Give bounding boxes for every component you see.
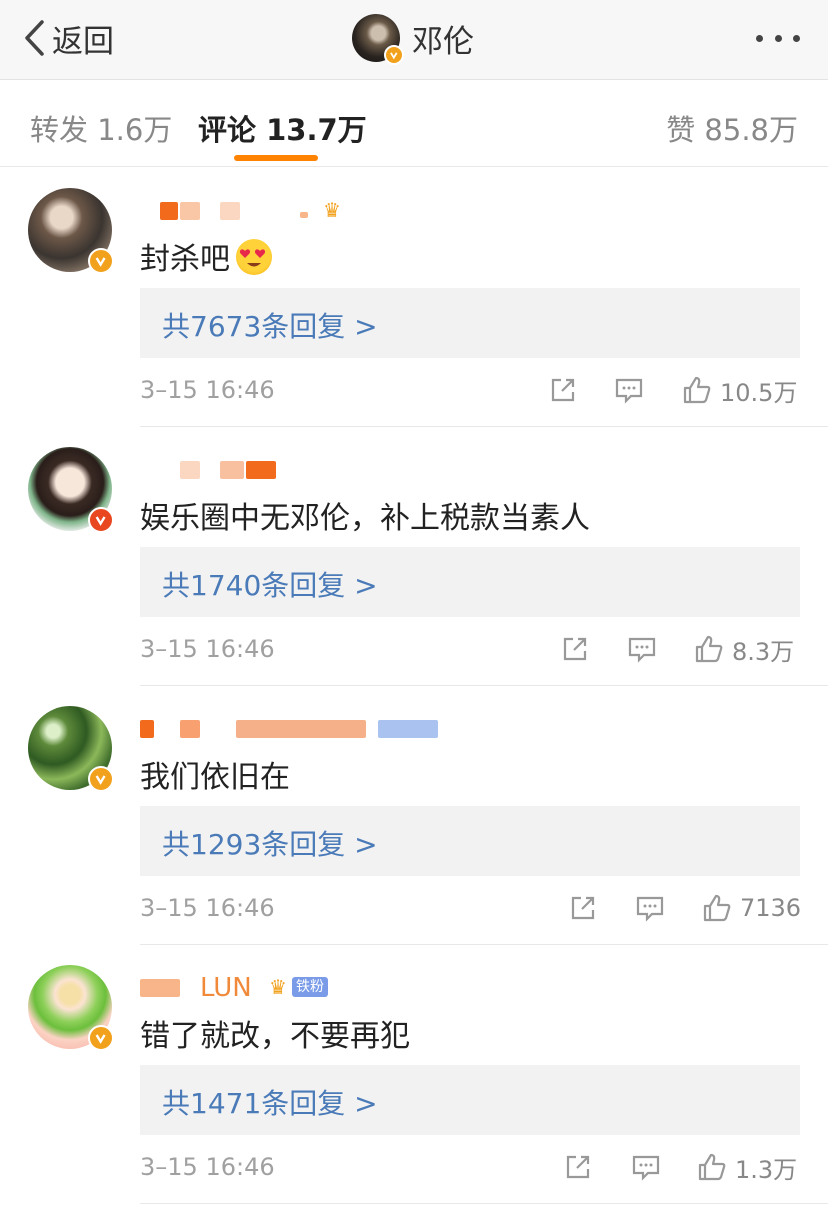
iron-fan-badge: 铁粉 <box>292 977 328 997</box>
username-fragment: LUN <box>200 973 252 1003</box>
back-button[interactable]: 返回 <box>22 16 114 60</box>
share-icon <box>563 637 587 661</box>
avatar[interactable] <box>28 188 114 274</box>
verified-badge-icon <box>88 507 114 533</box>
like-count: 10.5万 <box>720 378 798 407</box>
replies-link[interactable]: 共1293条回复 > <box>140 806 800 876</box>
replies-link[interactable]: 共1471条回复 > <box>140 1065 800 1135</box>
like-count: 7136 <box>740 894 802 922</box>
comment-text: 娱乐圈中无邓伦，补上税款当素人 <box>140 501 590 536</box>
username-redacted[interactable]: ♛ <box>140 198 440 224</box>
tab-comments[interactable]: 评论 13.7万 <box>198 107 367 149</box>
comment-text: 错了就改，不要再犯 <box>140 1019 410 1054</box>
comment-item: ♛ 封杀吧 共7673条回复 > 3–15 16:46 10.5万 <box>0 168 828 427</box>
comment-button[interactable] <box>614 374 644 406</box>
avatar[interactable] <box>28 965 114 1051</box>
top-nav-bar: 返回 邓伦 <box>0 0 828 80</box>
comment-icon <box>615 378 643 404</box>
like-button[interactable]: 8.3万 <box>694 633 795 666</box>
like-count: 1.3万 <box>735 1155 798 1184</box>
crown-icon: ♛ <box>269 975 287 999</box>
replies-link[interactable]: 共1740条回复 > <box>140 547 800 617</box>
comment-text: 封杀吧 <box>140 234 272 278</box>
verified-badge-icon <box>88 1025 114 1051</box>
divider <box>140 1203 828 1204</box>
comment-time: 3–15 16:46 <box>140 1153 275 1181</box>
comment-text: 我们依旧在 <box>140 760 290 795</box>
comment-icon <box>632 1155 660 1181</box>
comment-button[interactable] <box>635 892 665 924</box>
verified-badge-icon <box>88 248 114 274</box>
thumbs-up-icon <box>703 894 731 922</box>
like-button[interactable]: 7136 <box>702 892 801 924</box>
comment-icon <box>628 637 656 663</box>
page-title: 邓伦 <box>412 23 474 60</box>
thumbs-up-icon <box>695 635 723 663</box>
thumbs-up-icon <box>698 1153 726 1181</box>
thumbs-up-icon <box>683 376 711 404</box>
like-button[interactable]: 10.5万 <box>682 374 798 407</box>
comment-time: 3–15 16:46 <box>140 376 275 404</box>
like-count: 8.3万 <box>732 637 795 666</box>
share-button[interactable] <box>548 374 578 406</box>
comment-item: 娱乐圈中无邓伦，补上税款当素人 共1740条回复 > 3–15 16:46 8.… <box>0 427 828 686</box>
avatar[interactable] <box>352 14 404 65</box>
share-icon <box>551 378 575 402</box>
share-button[interactable] <box>563 1151 593 1183</box>
share-button[interactable] <box>568 892 598 924</box>
active-tab-indicator <box>234 155 318 161</box>
comment-icon <box>636 896 664 922</box>
username-redacted[interactable] <box>140 716 440 742</box>
comment-button[interactable] <box>627 633 657 665</box>
replies-link[interactable]: 共7673条回复 > <box>140 288 800 358</box>
tab-bar: 转发 1.6万 评论 13.7万 赞 85.8万 <box>0 81 828 167</box>
heart-eyes-emoji-icon <box>236 239 272 275</box>
nav-title-group[interactable]: 邓伦 <box>352 12 474 65</box>
comment-item: LUN ♛ 铁粉 错了就改，不要再犯 共1471条回复 > 3–15 16:46… <box>0 945 828 1204</box>
comment-item: 我们依旧在 共1293条回复 > 3–15 16:46 7136 <box>0 686 828 945</box>
crown-icon: ♛ <box>323 198 341 222</box>
share-icon <box>571 896 595 920</box>
back-label: 返回 <box>52 23 114 60</box>
avatar[interactable] <box>28 706 114 792</box>
tab-reposts[interactable]: 转发 1.6万 <box>30 107 172 149</box>
like-button[interactable]: 1.3万 <box>697 1151 798 1184</box>
tab-likes[interactable]: 赞 85.8万 <box>666 107 798 149</box>
username-redacted[interactable] <box>140 457 440 483</box>
verified-badge-icon <box>88 766 114 792</box>
username-redacted[interactable]: LUN ♛ 铁粉 <box>140 973 440 1003</box>
comment-button[interactable] <box>631 1151 661 1183</box>
comment-time: 3–15 16:46 <box>140 635 275 663</box>
more-options-icon[interactable] <box>756 30 800 46</box>
chevron-left-icon <box>25 20 44 56</box>
verified-badge-icon <box>384 45 404 65</box>
share-button[interactable] <box>560 633 590 665</box>
share-icon <box>566 1155 590 1179</box>
comment-time: 3–15 16:46 <box>140 894 275 922</box>
avatar[interactable] <box>28 447 114 533</box>
